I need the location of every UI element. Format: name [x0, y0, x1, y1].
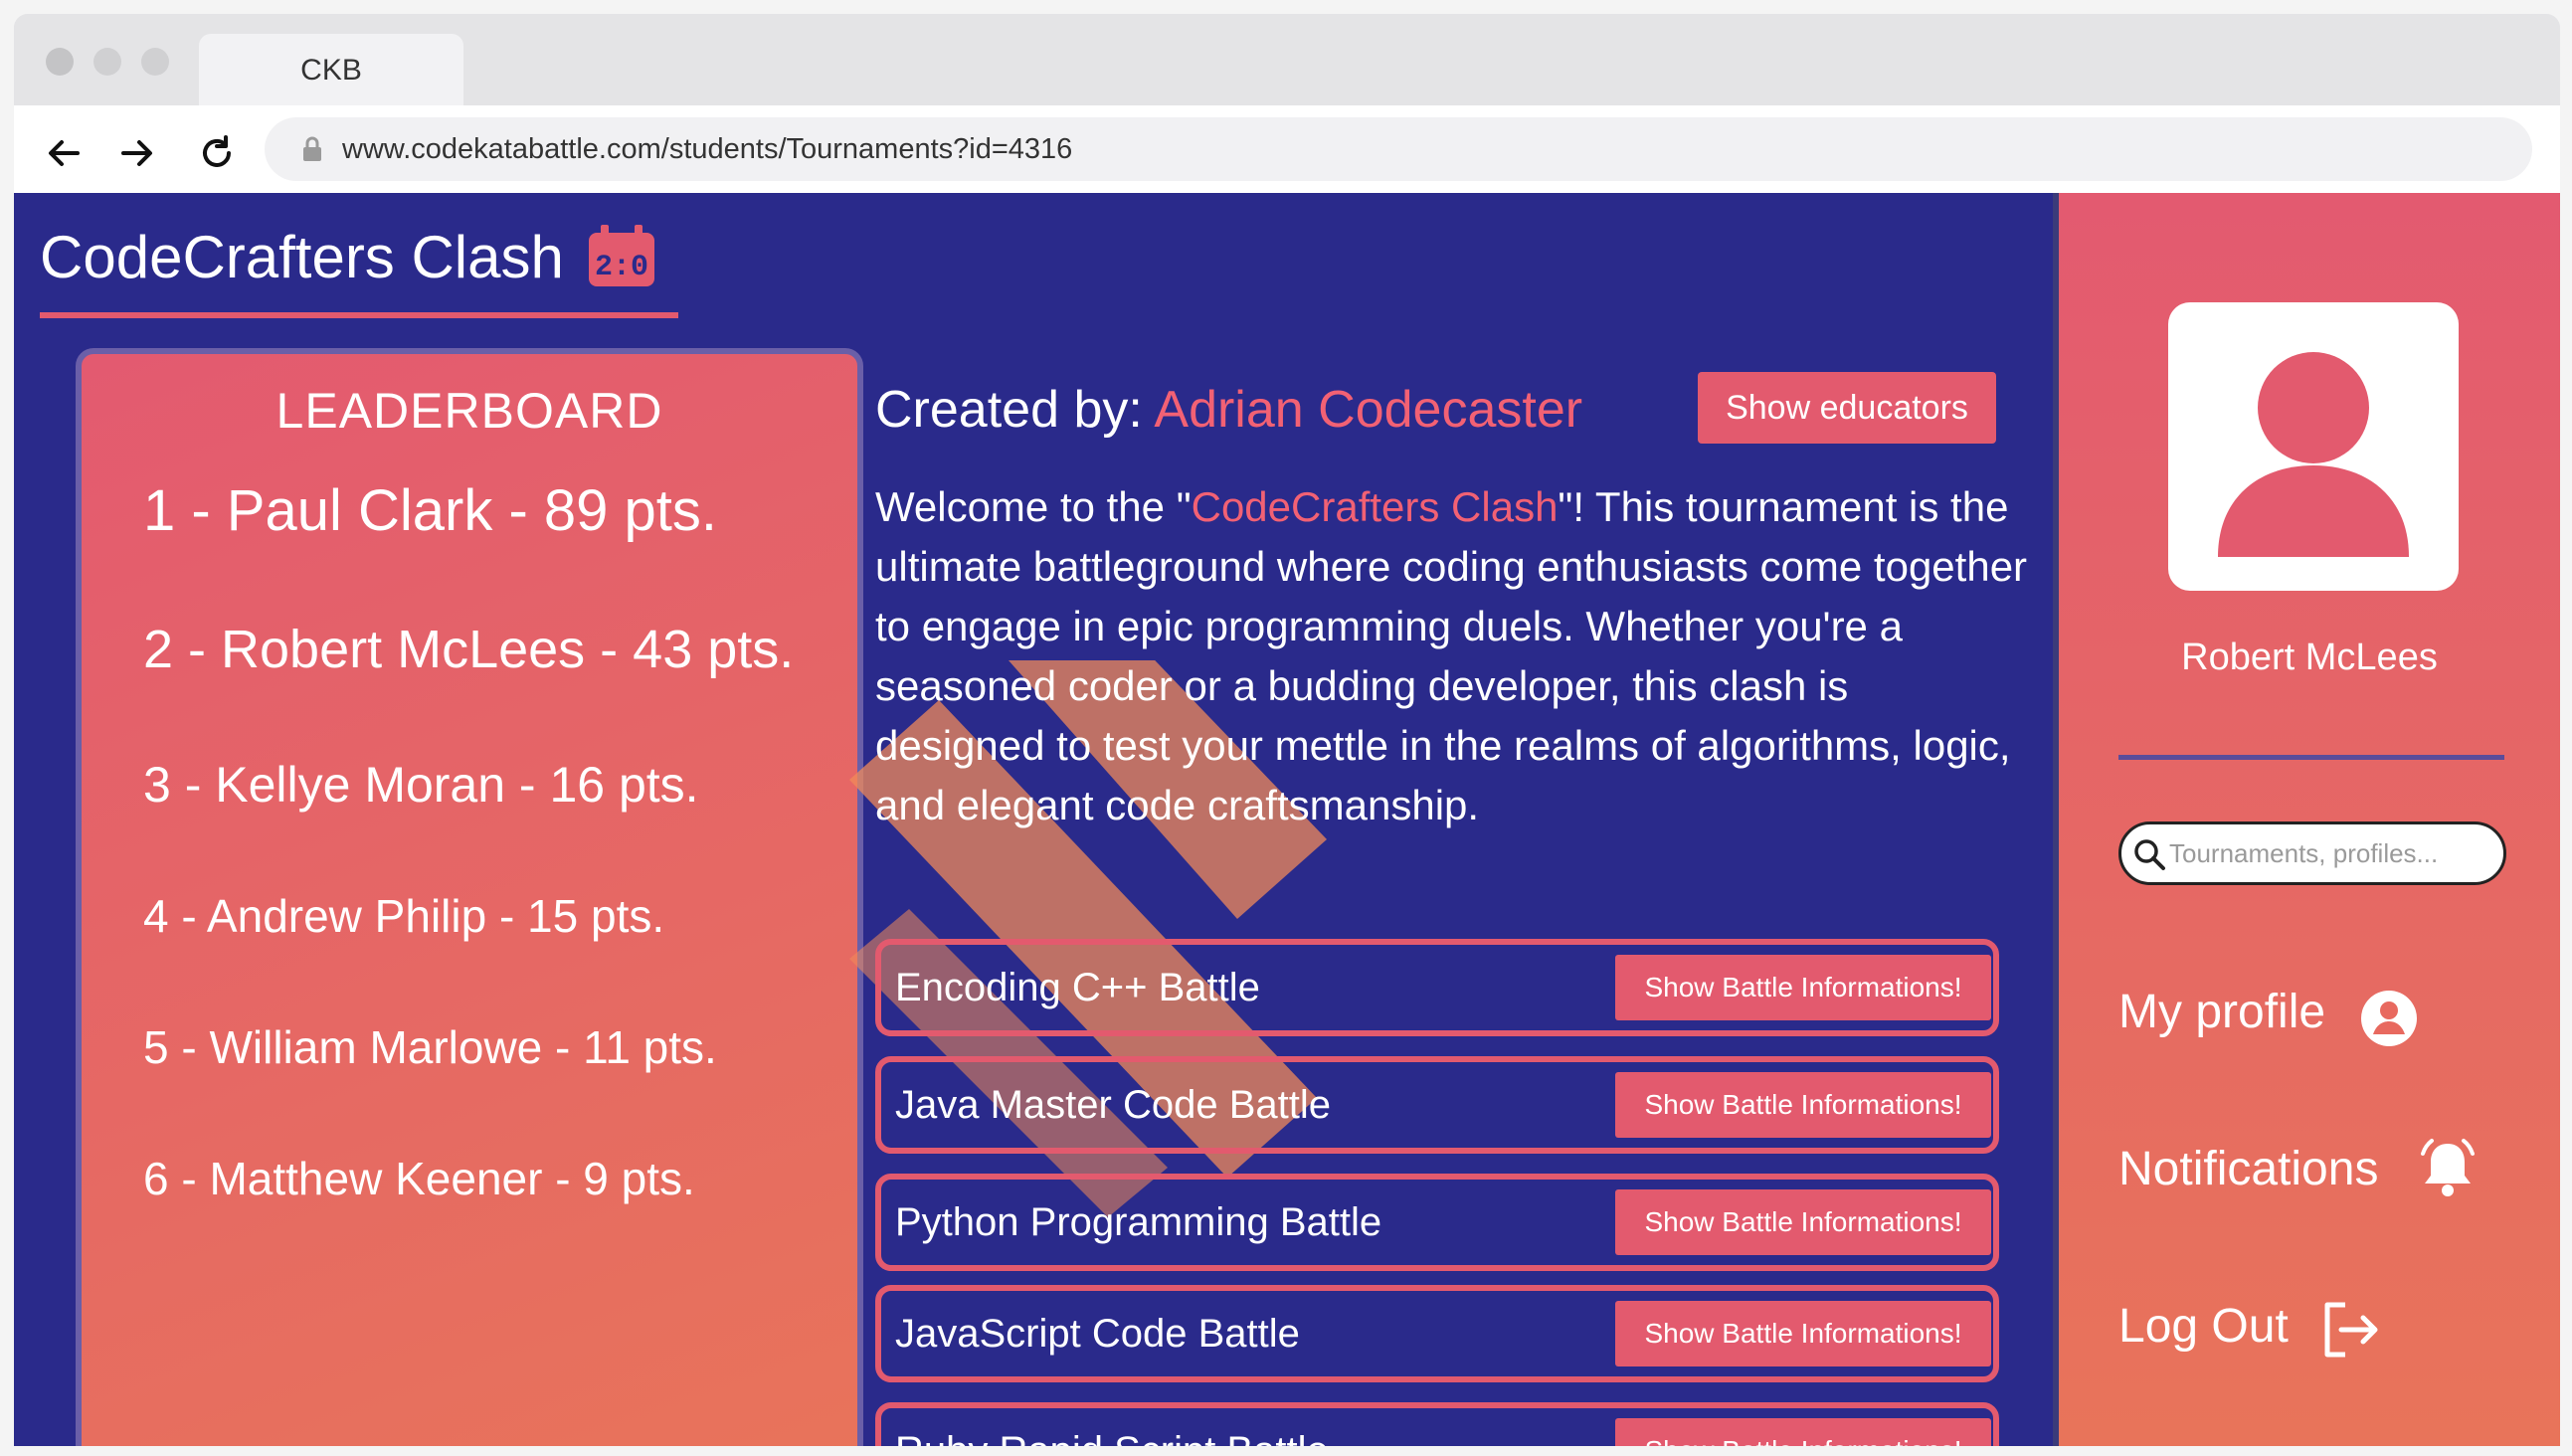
user-name: Robert McLees [2181, 637, 2438, 678]
leaderboard-entry: 6 - Matthew Keener - 9 pts. [143, 1153, 695, 1204]
avatar[interactable] [2168, 302, 2459, 591]
forward-arrow-icon[interactable] [113, 129, 161, 177]
description-highlight: CodeCrafters Clash [1191, 483, 1559, 530]
battle-name: Python Programming Battle [895, 1200, 1382, 1244]
leaderboard-entry: 4 - Andrew Philip - 15 pts. [143, 890, 665, 942]
leaderboard-panel: LEADERBOARD 1 - Paul Clark - 89 pts. 2 -… [76, 348, 863, 1446]
lock-icon [303, 136, 321, 161]
browser-titlebar: CKB [14, 14, 2560, 107]
creator-name[interactable]: Adrian Codecaster [1154, 381, 1582, 439]
battle-name: Java Master Code Battle [895, 1083, 1331, 1127]
tournament-description: Welcome to the "CodeCrafters Clash"! Thi… [875, 477, 2029, 835]
bell-icon[interactable] [2415, 1136, 2480, 1201]
leaderboard-title: LEADERBOARD [276, 383, 663, 439]
battle-card: Java Master Code Battle Show Battle Info… [875, 1056, 1999, 1154]
created-by-line: Created by: Adrian Codecaster [875, 380, 1582, 440]
url-text[interactable]: www.codekatabattle.com/students/Tourname… [342, 117, 1072, 181]
leaderboard-entry: 1 - Paul Clark - 89 pts. [143, 478, 717, 543]
description-text: "! This tournament is the ultimate battl… [875, 483, 2028, 828]
battle-card: Encoding C++ Battle Show Battle Informat… [875, 939, 1999, 1036]
menu-notifications[interactable]: Notifications [2118, 1142, 2378, 1196]
leaderboard-entry: 5 - William Marlowe - 11 pts. [143, 1021, 717, 1073]
back-arrow-icon[interactable] [40, 129, 88, 177]
description-text: Welcome to the " [875, 483, 1192, 530]
leaderboard-entry: 2 - Robert McLees - 43 pts. [143, 620, 795, 679]
address-bar[interactable]: www.codekatabattle.com/students/Tourname… [265, 117, 2532, 181]
page-title: CodeCrafters Clash [40, 224, 564, 290]
show-battle-info-button[interactable]: Show Battle Informations! [1615, 1189, 1991, 1255]
window-close-dot[interactable] [46, 48, 74, 76]
leaderboard-entry: 3 - Kellye Moran - 16 pts. [143, 757, 699, 813]
show-battle-info-button[interactable]: Show Battle Informations! [1615, 1301, 1991, 1366]
menu-my-profile[interactable]: My profile [2118, 985, 2325, 1039]
tournament-calendar-icon: 2:0 [589, 225, 654, 286]
right-sidebar: Robert McLees My profile Notifications L… [2053, 193, 2560, 1446]
battle-name: Ruby Rapid Script Battle [895, 1408, 1329, 1446]
window-maximize-dot[interactable] [141, 48, 169, 76]
show-battle-info-button[interactable]: Show Battle Informations! [1615, 1418, 1991, 1446]
show-educators-button[interactable]: Show educators [1698, 372, 1996, 444]
menu-logout[interactable]: Log Out [2118, 1299, 2289, 1354]
reload-icon[interactable] [193, 129, 241, 177]
profile-icon[interactable] [2359, 989, 2419, 1048]
user-avatar-icon [2218, 352, 2409, 557]
battle-card: Ruby Rapid Script Battle Show Battle Inf… [875, 1402, 1999, 1446]
browser-window: CKB www.codekatabattle.com/students/Tour… [14, 14, 2560, 1446]
created-by-label: Created by: [875, 381, 1155, 439]
search-box [2118, 821, 2506, 885]
battle-card: JavaScript Code Battle Show Battle Infor… [875, 1285, 1999, 1382]
battle-name: Encoding C++ Battle [895, 966, 1260, 1009]
window-minimize-dot[interactable] [93, 48, 121, 76]
browser-tab[interactable]: CKB [199, 34, 463, 107]
battle-name: JavaScript Code Battle [895, 1312, 1300, 1356]
search-input[interactable] [2169, 830, 2497, 876]
search-icon [2134, 839, 2165, 870]
show-battle-info-button[interactable]: Show Battle Informations! [1615, 1072, 1991, 1138]
svg-text:2:0: 2:0 [595, 251, 648, 284]
battle-card: Python Programming Battle Show Battle In… [875, 1174, 1999, 1271]
title-underline [40, 312, 678, 318]
page-viewport: CodeCrafters Clash 2:0 LEADERBOARD 1 - P… [14, 193, 2560, 1446]
sidebar-divider [2118, 755, 2504, 760]
logout-icon[interactable] [2317, 1297, 2383, 1363]
show-battle-info-button[interactable]: Show Battle Informations! [1615, 955, 1991, 1020]
